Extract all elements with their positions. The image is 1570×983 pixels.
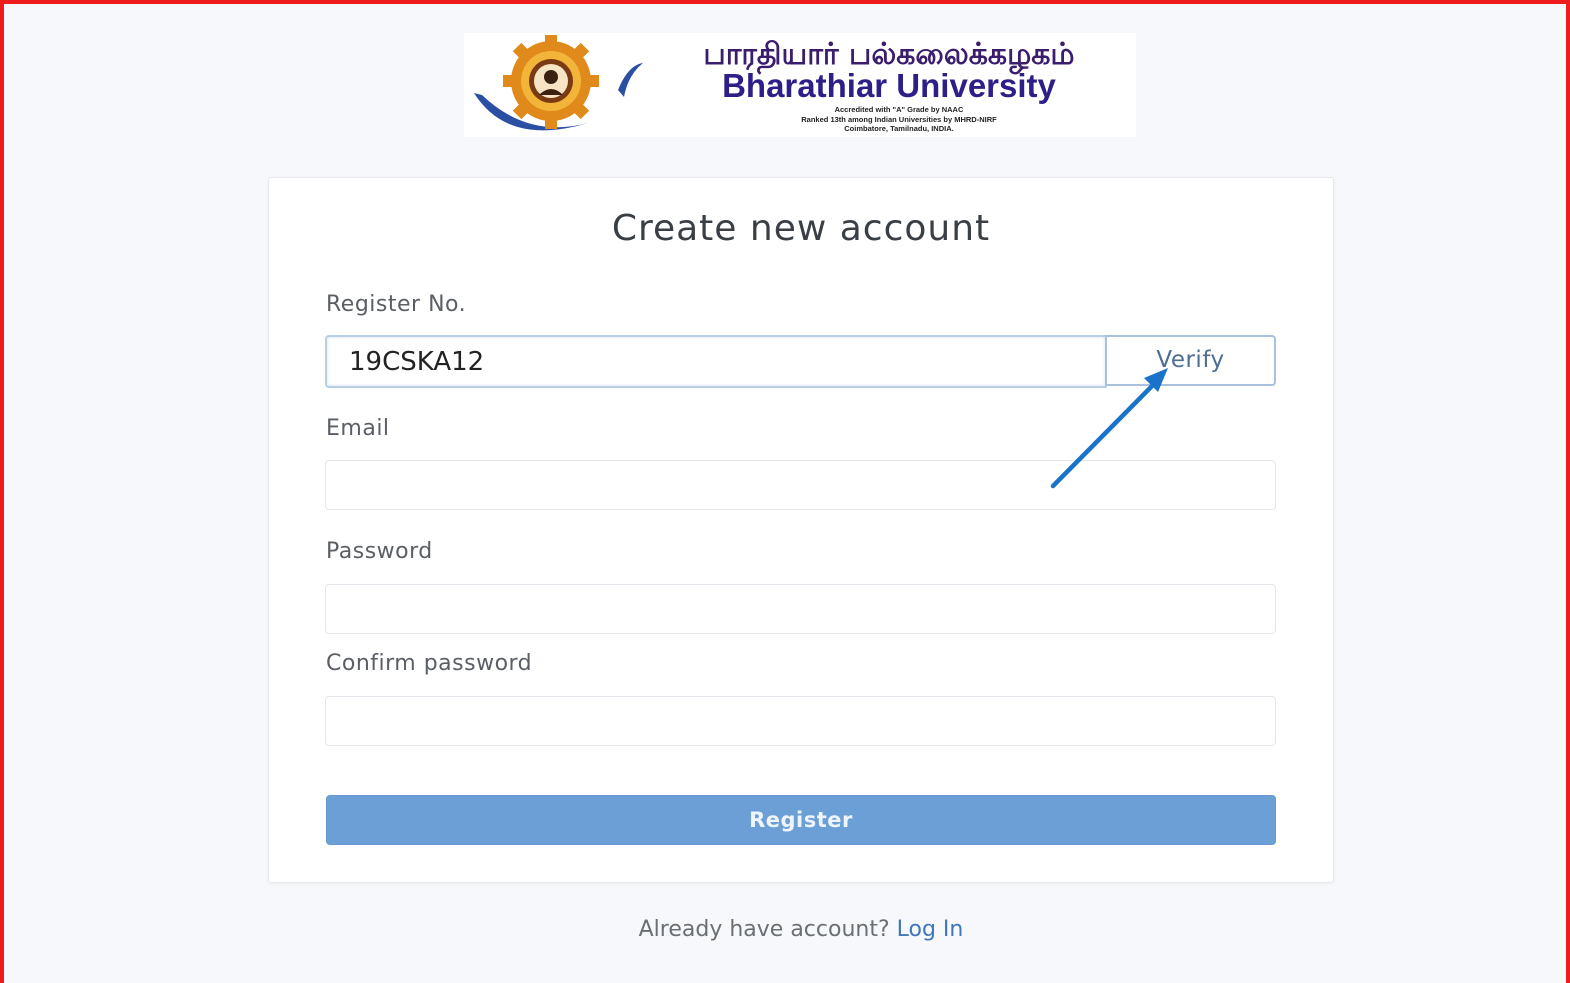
- password-field[interactable]: [325, 584, 1276, 634]
- confirm-password-field[interactable]: [325, 696, 1276, 746]
- footer-login-prompt: Already have account? Log In: [0, 917, 1570, 942]
- register-no-input[interactable]: [325, 335, 1107, 388]
- confirm-password-label: Confirm password: [326, 651, 533, 676]
- register-card: [268, 177, 1334, 883]
- university-emblem-icon: [474, 35, 643, 131]
- university-logo: பாரதியார் பல்கலைக்கழகம் Bharathiar Unive…: [464, 33, 1136, 137]
- register-button[interactable]: Register: [326, 795, 1276, 845]
- logo-location-line: Coimbatore, Tamilnadu, INDIA.: [844, 124, 954, 133]
- register-no-label: Register No.: [326, 292, 467, 317]
- logo-accreditation-line: Accredited with "A" Grade by NAAC: [834, 105, 964, 114]
- arrow-pointer-icon: [1050, 368, 1168, 489]
- logo-english-name: Bharathiar University: [722, 67, 1056, 104]
- logo-ranking-line: Ranked 13th among Indian Universities by…: [801, 115, 997, 124]
- password-label: Password: [326, 539, 433, 564]
- footer-prompt-text: Already have account?: [638, 917, 890, 942]
- email-label: Email: [326, 416, 390, 441]
- page-title: Create new account: [611, 208, 991, 249]
- login-link[interactable]: Log In: [897, 917, 964, 942]
